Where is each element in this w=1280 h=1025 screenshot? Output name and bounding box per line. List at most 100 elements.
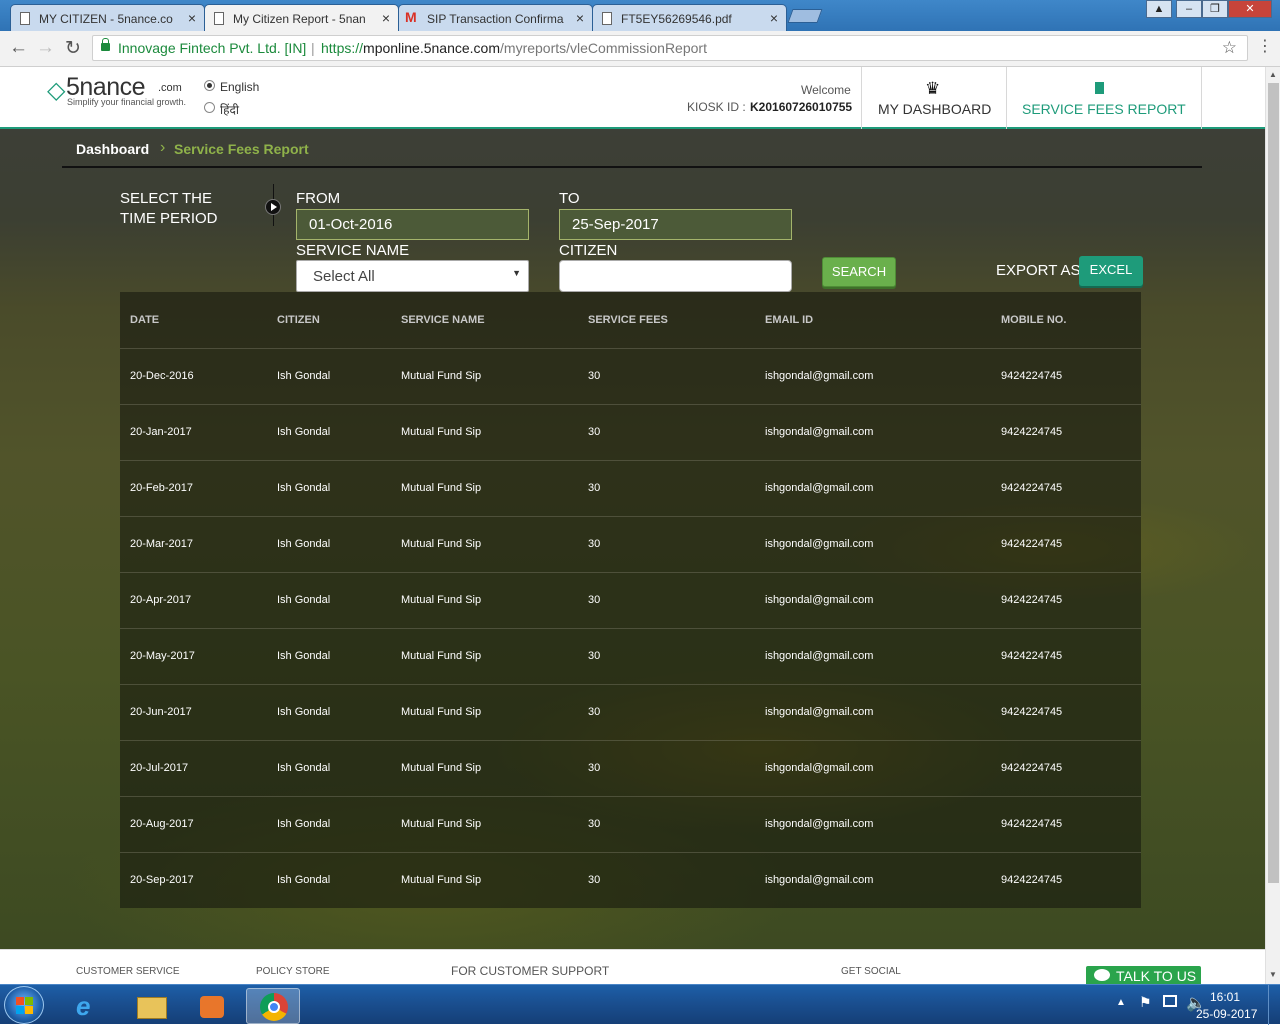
citizen-label: CITIZEN [559,242,618,259]
cell-service-name: Mutual Fund Sip [401,874,482,887]
service-fees-table: DATE CITIZEN SERVICE NAME SERVICE FEES E… [120,292,1141,908]
nav-service-fees-label: SERVICE FEES REPORT [1022,101,1186,117]
browser-tab[interactable]: MY CITIZEN - 5nance.co × [10,4,205,31]
export-as-label: EXPORT AS [996,262,1081,279]
nav-my-dashboard[interactable]: ♛ MY DASHBOARD [861,67,1007,129]
cell-citizen: Ish Gondal [267,348,391,405]
scroll-up-icon[interactable]: ▲ [1269,70,1277,79]
close-window-button[interactable]: ✕ [1228,0,1272,18]
breadcrumb-dashboard-link[interactable]: Dashboard [76,141,149,157]
logo-mark-icon: ◇ [47,77,66,104]
cell-email: ishgondal@gmail.com [755,460,991,517]
cell-email: ishgondal@gmail.com [755,516,991,573]
vertical-scrollbar[interactable]: ▲ ▼ [1265,67,1280,984]
radio-english[interactable] [204,80,215,91]
cell-date: 20-Aug-2017 [120,796,267,853]
tab-title: MY CITIZEN - 5nance.co [39,12,173,26]
cell-mobile: 9424224745 [991,684,1141,741]
browser-tab[interactable]: M SIP Transaction Confirma × [398,4,593,31]
cell-email: ishgondal@gmail.com [755,628,991,685]
browser-tab-active[interactable]: My Citizen Report - 5nan × [204,4,399,32]
cell-email: ishgondal@gmail.com [755,348,991,405]
table-row: 20-Jul-2017 Ish Gondal Mutual Fund Sip 30 is… [120,740,1141,797]
scroll-down-icon[interactable]: ▼ [1269,970,1277,979]
start-button[interactable] [4,986,44,1024]
address-separator: | [311,40,315,56]
windows-logo-icon [16,997,24,1005]
back-icon[interactable]: ← [9,37,28,59]
browser-tab[interactable]: FT5EY56269546.pdf × [592,4,787,31]
cell-service-fees: 30 [578,516,755,573]
new-tab-button[interactable] [787,9,823,23]
user-icon[interactable]: ▲ [1146,0,1172,18]
tab-title: SIP Transaction Confirma [427,12,564,26]
table-row: 20-Feb-2017 Ish Gondal Mutual Fund Sip 30 is… [120,460,1141,517]
media-player-icon[interactable] [184,988,238,1024]
show-desktop-button[interactable] [1268,985,1280,1025]
cell-service-fees: 30 [578,572,755,629]
cell-mobile: 9424224745 [991,516,1141,573]
from-date-input[interactable]: 01-Oct-2016 [296,209,529,240]
page-icon [214,12,224,25]
close-icon[interactable]: × [382,10,390,26]
cell-citizen: Ish Gondal [267,516,391,573]
column-header-date: DATE [120,292,267,349]
clock-time[interactable]: 16:01 [1210,990,1240,1004]
scrollbar-thumb[interactable] [1268,83,1279,883]
column-header-citizen: CITIZEN [267,292,391,349]
nav-dashboard-label: MY DASHBOARD [878,101,992,117]
nav-service-fees-report[interactable]: SERVICE FEES REPORT [1006,67,1202,129]
bookmark-star-icon[interactable]: ☆ [1222,36,1237,60]
maximize-button[interactable]: ❐ [1202,0,1228,18]
to-date-input[interactable]: 25-Sep-2017 [559,209,792,240]
minimize-button[interactable]: – [1176,0,1202,18]
chat-icon [1094,969,1110,981]
talk-to-us-button[interactable]: TALK TO US [1086,966,1201,984]
cell-email: ishgondal@gmail.com [765,874,874,887]
menu-icon[interactable]: ⋮ [1257,36,1273,56]
show-hidden-icons[interactable]: ▲ [1116,997,1126,1008]
table-body: 20-Dec-2016 Ish Gondal Mutual Fund Sip 30 is… [120,348,1141,908]
forward-icon[interactable]: → [36,37,55,59]
language-hindi-label[interactable]: हिंदी [220,101,239,118]
cell-date: 20-Sep-2017 [130,874,194,887]
cell-service-name: Mutual Fund Sip [391,516,578,573]
reload-icon[interactable]: ↻ [65,37,81,60]
column-header-service-fees: SERVICE FEES [578,292,755,349]
column-header-service-name: SERVICE NAME [391,292,578,349]
document-icon [1095,82,1104,94]
search-button[interactable]: SEARCH [822,257,896,287]
service-name-select[interactable]: Select All ▼ [296,260,529,292]
browser-toolbar: ← → ↻ Innovage Fintech Pvt. Ltd. [IN] | … [0,31,1280,67]
table-row: 20-Mar-2017 Ish Gondal Mutual Fund Sip 30 is… [120,516,1141,573]
cell-service-fees: 30 [578,684,755,741]
cell-date: 20-Jan-2017 [120,404,267,461]
table-row: 20-Aug-2017 Ish Gondal Mutual Fund Sip 30 is… [120,796,1141,853]
chrome-icon[interactable] [246,988,300,1024]
cell-date: 20-Apr-2017 [120,572,267,629]
url-text: https://mponline.5nance.com/myreports/vl… [321,40,707,56]
cell-date: 20-Jul-2017 [120,740,267,797]
close-icon[interactable]: × [576,10,584,26]
excel-export-button[interactable]: EXCEL [1079,256,1143,286]
cell-service-fees: 30 [578,796,755,853]
clock-date[interactable]: 25-09-2017 [1196,1007,1257,1021]
close-icon[interactable]: × [770,10,778,26]
close-icon[interactable]: × [188,10,196,26]
cell-mobile: 9424224745 [1001,874,1063,887]
radio-hindi[interactable] [204,102,215,113]
cell-mobile: 9424224745 [991,628,1141,685]
citizen-input[interactable] [559,260,792,292]
breadcrumb-current: Service Fees Report [174,141,309,157]
cell-citizen: Ish Gondal [267,572,391,629]
language-english-label[interactable]: English [220,80,259,94]
internet-explorer-icon[interactable]: e [63,988,117,1024]
file-explorer-icon[interactable] [124,988,178,1024]
address-bar[interactable]: Innovage Fintech Pvt. Ltd. [IN] | https:… [92,35,1248,61]
breadcrumb-separator-icon: › [160,139,166,156]
action-center-flag-icon[interactable]: ⚑ [1139,994,1152,1011]
report-content: Dashboard › Service Fees Report SELECT T… [0,129,1265,949]
cell-service-name: Mutual Fund Sip [391,348,578,405]
cell-service-fees: 30 [588,874,601,887]
network-icon[interactable] [1163,995,1177,1007]
